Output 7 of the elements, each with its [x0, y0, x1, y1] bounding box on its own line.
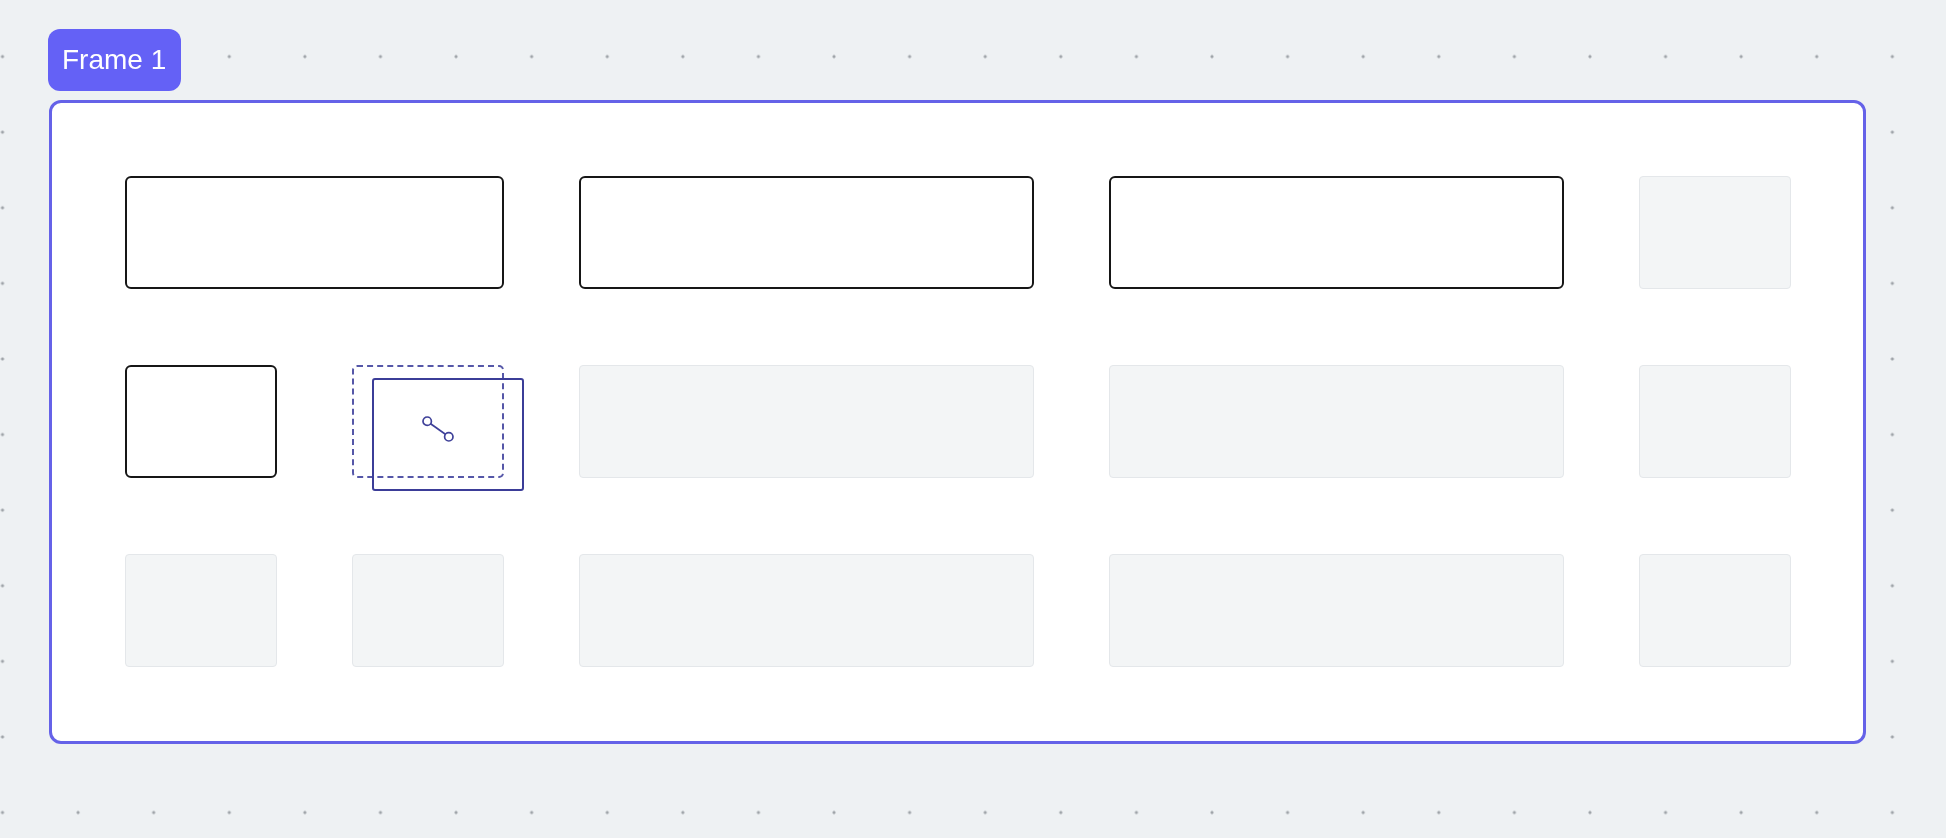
layout-block[interactable] [579, 176, 1034, 289]
layout-block[interactable] [125, 176, 504, 289]
link-icon [422, 416, 454, 442]
layout-block[interactable] [1109, 176, 1564, 289]
frame-label[interactable]: Frame 1 [48, 29, 182, 91]
dragged-block[interactable] [372, 378, 524, 491]
layout-block[interactable] [125, 365, 277, 478]
